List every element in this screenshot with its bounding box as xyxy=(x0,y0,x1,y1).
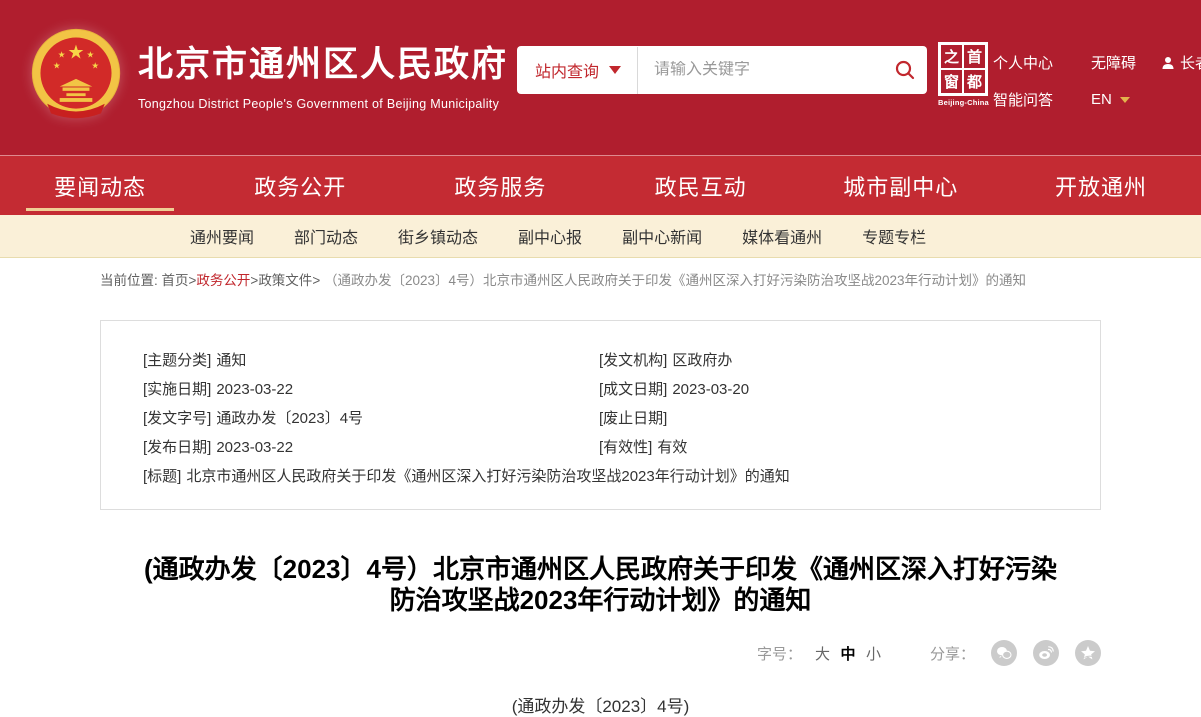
weibo-share-button[interactable] xyxy=(1033,640,1059,666)
search-input[interactable] xyxy=(638,61,883,79)
search-scope-label: 站内查询 xyxy=(535,58,599,82)
svg-text:★: ★ xyxy=(67,42,84,63)
meta-field-issuing-agency: [发文机构]区政府办 xyxy=(599,353,1060,369)
header-quick-links: 个人中心 无障碍 长者专区 智能问答 EN xyxy=(993,52,1201,126)
subnav-item-fuzhongxin-bao[interactable]: 副中心报 xyxy=(518,224,582,248)
nav-item-kaifang-tongzhou[interactable]: 开放通州 xyxy=(1001,156,1201,215)
site-search: 站内查询 xyxy=(517,46,927,94)
language-label: EN xyxy=(1091,91,1112,108)
accessibility-link[interactable]: 无障碍 xyxy=(1091,52,1147,73)
meta-field-title: [标题]北京市通州区人民政府关于印发《通州区深入打好污染防治攻坚战2023年行动… xyxy=(143,469,1060,485)
qzone-share-button[interactable] xyxy=(1075,640,1101,666)
document-title: (通政办发〔2023〕4号）北京市通州区人民政府关于印发《通州区深入打好污染防治… xyxy=(100,554,1101,616)
language-switch[interactable]: EN xyxy=(1091,91,1147,108)
breadcrumb-zhengce-wenjian[interactable]: 政策文件 xyxy=(258,273,312,288)
article-content: [主题分类]通知 [发文机构]区政府办 [实施日期]2023-03-22 [成文… xyxy=(100,320,1101,717)
breadcrumb: 当前位置: 首页>政务公开>政策文件> （通政办发〔2023〕4号）北京市通州区… xyxy=(100,258,1101,299)
meta-field-subject-category: [主题分类]通知 xyxy=(143,353,599,369)
document-number-line: (通政办发〔2023〕4号) xyxy=(100,692,1101,717)
site-title: 北京市通州区人民政府 xyxy=(138,36,508,87)
senior-zone-link[interactable]: 长者专区 xyxy=(1161,52,1201,73)
svg-text:★: ★ xyxy=(91,60,99,70)
font-size-label: 字号： xyxy=(757,643,802,664)
smart-qa-link[interactable]: 智能问答 xyxy=(993,89,1063,110)
font-size-medium-button[interactable]: 中 xyxy=(841,646,856,663)
weibo-icon xyxy=(1038,645,1054,661)
chevron-down-icon xyxy=(1120,97,1130,103)
chevron-down-icon xyxy=(609,66,621,74)
nav-item-zhengwu-fuwu[interactable]: 政务服务 xyxy=(400,156,600,215)
senior-zone-label: 长者专区 xyxy=(1180,52,1201,73)
national-emblem-logo: ★ ★ ★ ★ ★ xyxy=(28,27,124,123)
personal-center-link[interactable]: 个人中心 xyxy=(993,52,1063,73)
meta-field-publish-date: [发布日期]2023-03-22 xyxy=(143,440,599,456)
share-label: 分享： xyxy=(930,643,975,664)
meta-field-repeal-date: [废止日期] xyxy=(599,411,1060,427)
search-icon xyxy=(895,60,915,80)
subnav-item-fuzhongxin-xinwen[interactable]: 副中心新闻 xyxy=(622,224,702,248)
meta-field-implementation-date: [实施日期]2023-03-22 xyxy=(143,382,599,398)
breadcrumb-home[interactable]: 首页 xyxy=(162,273,189,288)
font-size-small-button[interactable]: 小 xyxy=(866,646,881,663)
capital-window-char: 窗 xyxy=(940,69,963,94)
breadcrumb-current-page: （通政办发〔2023〕4号）北京市通州区人民政府关于印发《通州区深入打好污染防治… xyxy=(324,273,1026,288)
capital-window-char: 都 xyxy=(963,69,986,94)
capital-window-caption: Beijing-China xyxy=(938,98,988,107)
meta-field-validity: [有效性]有效 xyxy=(599,440,1060,456)
subnav-item-bumen-dongtai[interactable]: 部门动态 xyxy=(294,224,358,248)
font-size-large-button[interactable]: 大 xyxy=(815,646,830,663)
nav-item-zhengmin-hudong[interactable]: 政民互动 xyxy=(601,156,801,215)
subnav-item-tongzhou-yaowen[interactable]: 通州要闻 xyxy=(190,224,254,248)
breadcrumb-separator: > xyxy=(312,273,320,288)
capital-window-char: 首 xyxy=(963,44,986,69)
site-header: ★ ★ ★ ★ ★ 北京市通州区人民政府 Tongzhou District P… xyxy=(0,0,1201,155)
capital-window-logo[interactable]: 之 首 窗 都 Beijing-China xyxy=(938,42,988,107)
secondary-navigation: 通州要闻 部门动态 街乡镇动态 副中心报 副中心新闻 媒体看通州 专题专栏 xyxy=(0,215,1201,258)
capital-window-grid: 之 首 窗 都 xyxy=(938,42,988,96)
search-button[interactable] xyxy=(883,46,927,94)
nav-item-chengshi-fuzhongxin[interactable]: 城市副中心 xyxy=(801,156,1001,215)
svg-text:★: ★ xyxy=(53,60,61,70)
wechat-share-button[interactable] xyxy=(991,640,1017,666)
svg-text:★: ★ xyxy=(87,49,95,59)
capital-window-char: 之 xyxy=(940,44,963,69)
person-icon xyxy=(1161,56,1175,70)
nav-item-yaowen[interactable]: 要闻动态 xyxy=(0,156,200,215)
wechat-icon xyxy=(996,645,1012,661)
star-icon xyxy=(1080,645,1096,661)
breadcrumb-zhengwu-gongkai[interactable]: 政务公开 xyxy=(196,273,250,288)
subnav-item-zhuanti-zhuanlan[interactable]: 专题专栏 xyxy=(862,224,926,248)
article-toolbar: 字号： 大 中 小 分享： xyxy=(100,640,1101,666)
meta-field-document-number: [发文字号]通政办发〔2023〕4号 xyxy=(143,411,599,427)
site-subtitle: Tongzhou District People's Government of… xyxy=(138,97,508,111)
nav-item-zhengwu-gongkai[interactable]: 政务公开 xyxy=(200,156,400,215)
svg-text:★: ★ xyxy=(58,49,66,59)
document-meta-box: [主题分类]通知 [发文机构]区政府办 [实施日期]2023-03-22 [成文… xyxy=(100,320,1101,510)
meta-field-written-date: [成文日期]2023-03-20 xyxy=(599,382,1060,398)
search-scope-dropdown[interactable]: 站内查询 xyxy=(517,46,637,94)
subnav-item-jiexiangzhen-dongtai[interactable]: 街乡镇动态 xyxy=(398,224,478,248)
subnav-item-meiti-kan-tongzhou[interactable]: 媒体看通州 xyxy=(742,224,822,248)
site-brand: 北京市通州区人民政府 Tongzhou District People's Go… xyxy=(138,36,508,111)
main-navigation: 要闻动态 政务公开 政务服务 政民互动 城市副中心 开放通州 xyxy=(0,155,1201,215)
breadcrumb-label: 当前位置: xyxy=(100,273,158,288)
